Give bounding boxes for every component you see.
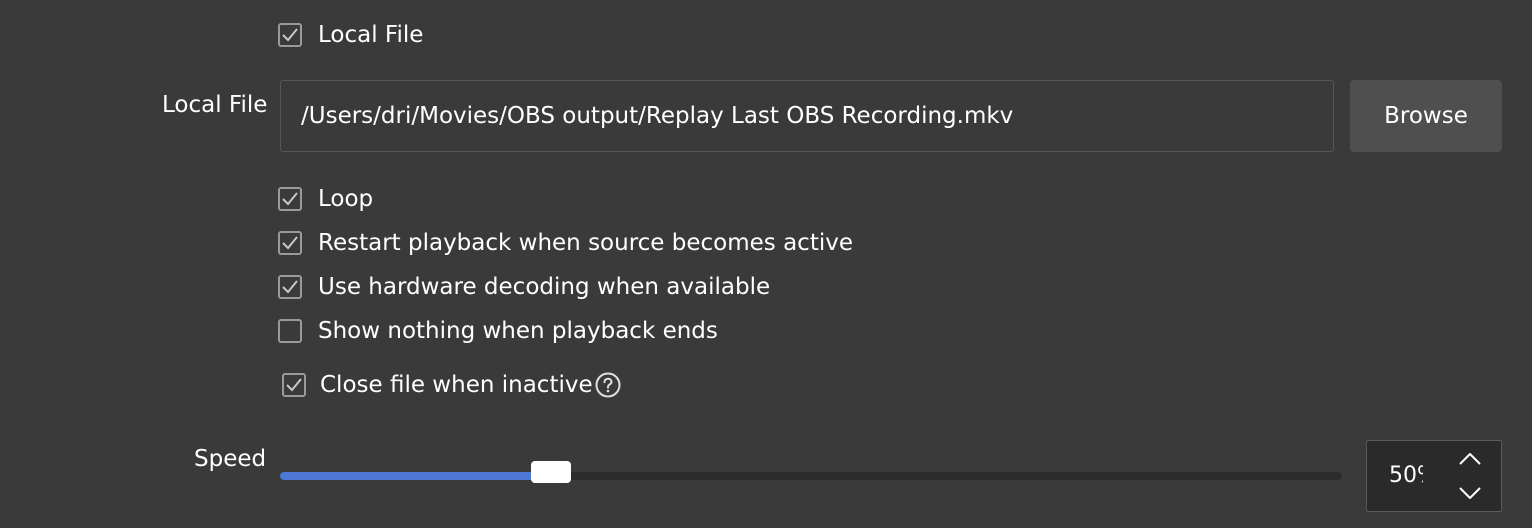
hardware-decoding-checkbox[interactable] (278, 275, 302, 299)
show-nothing-checkbox-row[interactable]: Show nothing when playback ends (278, 317, 718, 345)
local-file-checkbox-row[interactable]: Local File (278, 21, 423, 49)
question-circle-icon[interactable] (595, 372, 621, 398)
media-source-properties: Local File Local File Browse Loop Restar… (0, 0, 1532, 528)
close-file-checkbox-row[interactable]: Close file when inactive (282, 371, 621, 399)
local-file-label: Local File (162, 92, 268, 118)
restart-playback-checkbox-label: Restart playback when source becomes act… (318, 230, 853, 256)
local-file-checkbox[interactable] (278, 23, 302, 47)
hardware-decoding-checkbox-row[interactable]: Use hardware decoding when available (278, 273, 770, 301)
checkmark-icon (282, 192, 298, 206)
checkmark-icon (282, 236, 298, 250)
speed-label: Speed (194, 446, 267, 472)
local-file-path-input[interactable] (280, 80, 1334, 152)
restart-playback-checkbox[interactable] (278, 231, 302, 255)
browse-button[interactable]: Browse (1350, 80, 1502, 152)
loop-checkbox-label: Loop (318, 186, 374, 212)
speed-slider-handle[interactable] (531, 461, 571, 483)
checkmark-icon (286, 378, 302, 392)
loop-checkbox-row[interactable]: Loop (278, 185, 373, 213)
show-nothing-checkbox[interactable] (278, 319, 302, 343)
local-file-checkbox-label: Local File (318, 22, 424, 48)
speed-spinbox[interactable]: 50% (1366, 440, 1502, 512)
close-file-checkbox-label: Close file when inactive (320, 372, 593, 398)
speed-slider[interactable] (280, 461, 1342, 483)
loop-checkbox[interactable] (278, 187, 302, 211)
show-nothing-checkbox-label: Show nothing when playback ends (318, 318, 718, 344)
close-file-checkbox[interactable] (282, 373, 306, 397)
checkmark-icon (282, 28, 298, 42)
restart-playback-checkbox-row[interactable]: Restart playback when source becomes act… (278, 229, 853, 257)
hardware-decoding-checkbox-label: Use hardware decoding when available (318, 274, 771, 300)
speed-slider-fill (280, 472, 551, 480)
chevron-down-icon[interactable] (1455, 478, 1485, 508)
speed-value[interactable]: 50% (1389, 441, 1423, 511)
checkmark-icon (282, 280, 298, 294)
chevron-up-icon[interactable] (1455, 444, 1485, 474)
